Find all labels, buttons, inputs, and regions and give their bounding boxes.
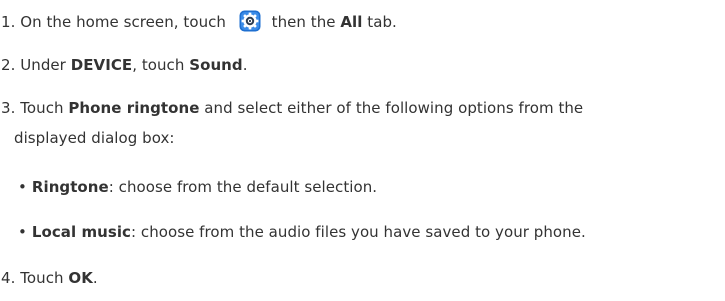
ok-label: OK: [68, 269, 93, 287]
bullet: •: [18, 178, 27, 196]
step-3-text-b: and select either of the following optio…: [204, 99, 584, 117]
step-2-text-b: , touch: [132, 56, 185, 74]
option-ringtone-text: : choose from the default selection.: [108, 178, 378, 196]
step-3-text-a: Touch: [20, 99, 64, 117]
step-1-text-a: On the home screen, touch: [20, 13, 226, 31]
step-4-text-b: .: [92, 269, 98, 287]
step-3: 3. Touch Phone ringtone and select eithe…: [1, 98, 583, 118]
step-4: 4. Touch OK.: [1, 268, 98, 288]
step-2-text-a: Under: [20, 56, 66, 74]
bullet: •: [18, 223, 27, 241]
step-2-number: 2.: [1, 56, 16, 74]
step-2: 2. Under DEVICE, touch Sound.: [1, 55, 248, 75]
step-2-text-c: .: [242, 56, 248, 74]
step-1: 1. On the home screen, touch then the Al…: [1, 10, 397, 32]
step-4-text-a: Touch: [20, 269, 64, 287]
step-1-text-b: then the: [271, 13, 336, 31]
sound-label: Sound: [189, 56, 243, 74]
option-local-music: • Local music: choose from the audio file…: [18, 222, 586, 242]
step-3-number: 3.: [1, 99, 16, 117]
settings-gear-icon: [239, 10, 261, 32]
local-music-label: Local music: [31, 223, 131, 241]
step-1-text-c: tab.: [367, 13, 397, 31]
instruction-document: 1. On the home screen, touch then the Al…: [0, 0, 725, 301]
all-tab-label: All: [340, 13, 363, 31]
device-section-label: DEVICE: [70, 56, 133, 74]
step-1-number: 1.: [1, 13, 16, 31]
step-4-number: 4.: [1, 269, 16, 287]
phone-ringtone-label: Phone ringtone: [68, 99, 200, 117]
option-local-music-text: : choose from the audio files you have s…: [130, 223, 586, 241]
ringtone-label: Ringtone: [31, 178, 109, 196]
option-ringtone: • Ringtone: choose from the default selec…: [18, 177, 377, 197]
step-3-continuation: displayed dialog box:: [14, 129, 175, 147]
